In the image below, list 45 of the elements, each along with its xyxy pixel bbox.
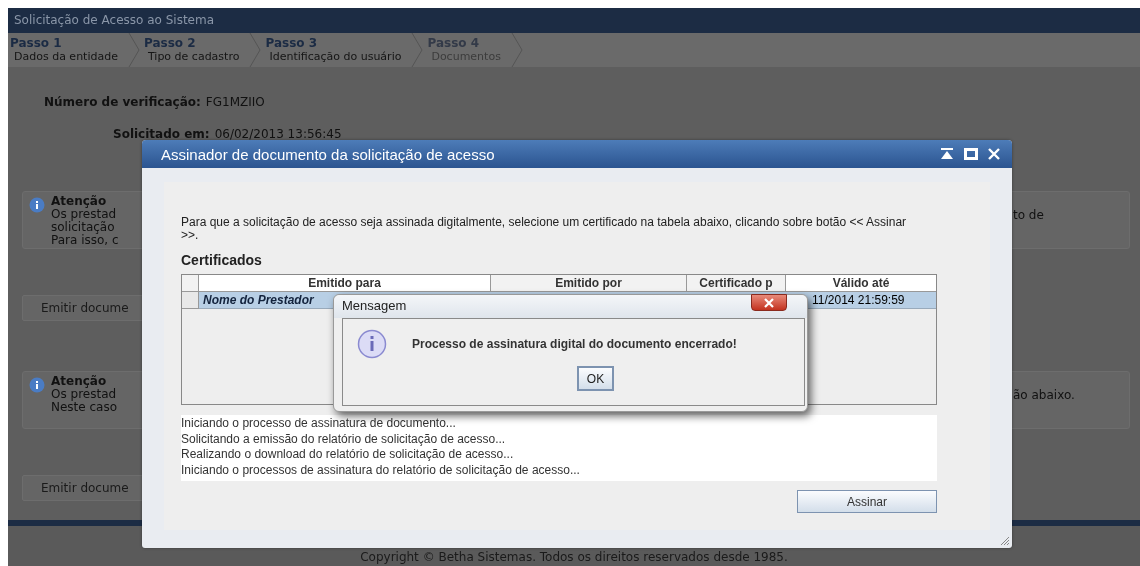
info-icon: [29, 197, 45, 213]
info-icon: [357, 329, 387, 359]
log-line: Iniciando o processos de assinatura do relatório de solicitação de acesso...: [181, 462, 581, 478]
notice-title: Atenção: [51, 375, 107, 388]
notice-text: Neste caso: [51, 401, 118, 414]
column-header: Emitido para: [199, 275, 491, 292]
log-line: Realizando o download do relatório de solicitação de acesso...: [181, 447, 515, 463]
info-icon: [29, 377, 45, 393]
close-icon: [763, 297, 775, 308]
collapse-icon[interactable]: [940, 148, 954, 160]
notice-text: Os prestad: [51, 208, 118, 221]
message-text: Processo de assinatura digital do documento encerrado!: [412, 337, 737, 351]
dialog-title: Assinador de documento da solicitação de acesso: [161, 145, 495, 163]
field-label: Número de verificação:: [44, 95, 201, 109]
resize-grip-icon: [1000, 536, 1010, 546]
sign-button[interactable]: Assinar: [797, 490, 937, 513]
log-line: Iniciando o processo de assinatura de documento...: [181, 416, 457, 432]
notice-text: ão abaixo.: [1013, 387, 1076, 404]
notice-text: to de: [1013, 207, 1045, 224]
field-value: FG1MZIIO: [205, 95, 265, 109]
page-title: Solicitação de Acesso ao Sistema: [8, 8, 1140, 33]
ok-button[interactable]: OK: [577, 366, 614, 391]
instruction-text: Para que a solicitação de acesso seja assinada digitalmente, selecione um certificado na tabela abaixo, clicando sobre botão << Assinar >>.: [181, 214, 908, 242]
chevron-divider: [249, 33, 262, 67]
notice-text: Para isso, c: [51, 234, 119, 247]
field-label: Solicitado em:: [113, 127, 210, 141]
notice-text: solicitação: [51, 221, 116, 234]
maximize-icon[interactable]: [964, 148, 978, 160]
log-line: Solicitando a emissão do relatório de solicitação de acesso...: [181, 431, 507, 447]
column-header: Certificado p: [687, 275, 786, 292]
copyright-text: Copyright © Betha Sistemas. Todos os direitos reservados desde 1985.: [360, 550, 788, 566]
column-header: Válido até: [786, 275, 936, 292]
column-header: Emitido por: [491, 275, 687, 292]
wizard-step[interactable]: Passo 1 Dados da entidade: [8, 33, 128, 67]
notice-title: Atenção: [51, 195, 107, 208]
wizard-step[interactable]: Passo 2 Tipo de cadastro: [139, 33, 250, 67]
wizard-step[interactable]: Passo 3 Identificação do usuário: [261, 33, 412, 67]
section-title: Certificados: [181, 252, 263, 268]
chevron-divider: [510, 33, 523, 67]
chevron-divider: [127, 33, 140, 67]
close-icon[interactable]: [988, 148, 1000, 160]
field-value: 06/02/2013 13:56:45: [214, 127, 342, 141]
notice-text: Os prestad: [51, 388, 118, 401]
chevron-divider: [411, 33, 424, 67]
close-button[interactable]: [751, 294, 787, 311]
